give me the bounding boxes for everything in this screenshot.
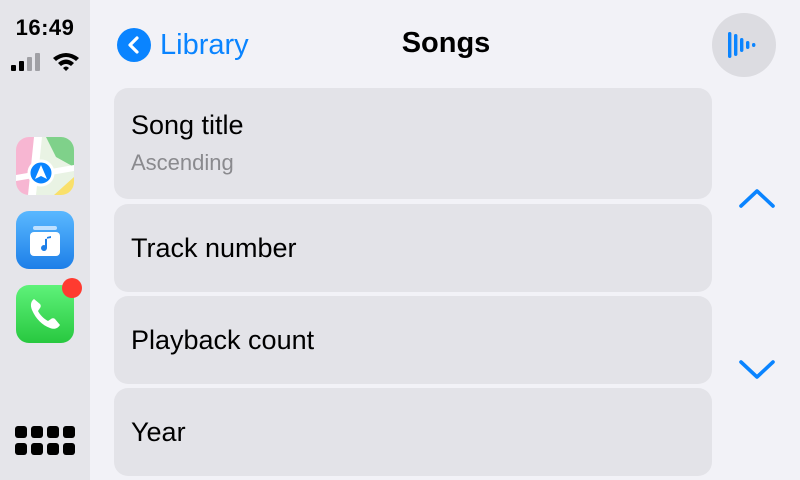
chevron-up-icon: [739, 189, 775, 208]
list-item-title: Track number: [131, 233, 297, 263]
scroll-down-button[interactable]: [733, 352, 781, 388]
status-time: 16:49: [15, 15, 75, 40]
sort-option-playback-count[interactable]: Playback count: [114, 296, 712, 384]
list-item-title: Song title: [131, 110, 244, 140]
carplay-screen: 16:49 Library Songs Song title Ascending…: [0, 0, 800, 480]
chevron-left-icon: [117, 28, 151, 62]
app-grid-icon[interactable]: [14, 424, 76, 458]
list-item-title: Year: [131, 417, 186, 447]
back-button[interactable]: Library: [117, 28, 249, 62]
notification-badge: [62, 278, 82, 298]
back-label: Library: [160, 28, 249, 61]
list-item-subtitle: Ascending: [131, 150, 234, 175]
maps-app-icon[interactable]: [16, 137, 74, 195]
sort-option-year[interactable]: Year: [114, 388, 712, 476]
now-playing-waveform-icon: [728, 32, 756, 58]
status-indicators: [11, 50, 81, 74]
chevron-down-icon: [739, 360, 775, 379]
page-title: Songs: [401, 27, 491, 59]
scroll-up-button[interactable]: [733, 180, 781, 216]
sort-option-song-title[interactable]: Song title Ascending: [114, 88, 712, 199]
music-app-icon[interactable]: [16, 211, 74, 269]
wifi-icon: [53, 53, 79, 71]
cellular-signal-icon: [11, 53, 40, 71]
now-playing-button[interactable]: [712, 13, 776, 77]
carplay-sidebar: 16:49: [0, 0, 90, 480]
sort-option-track-number[interactable]: Track number: [114, 204, 712, 292]
list-item-title: Playback count: [131, 325, 315, 355]
